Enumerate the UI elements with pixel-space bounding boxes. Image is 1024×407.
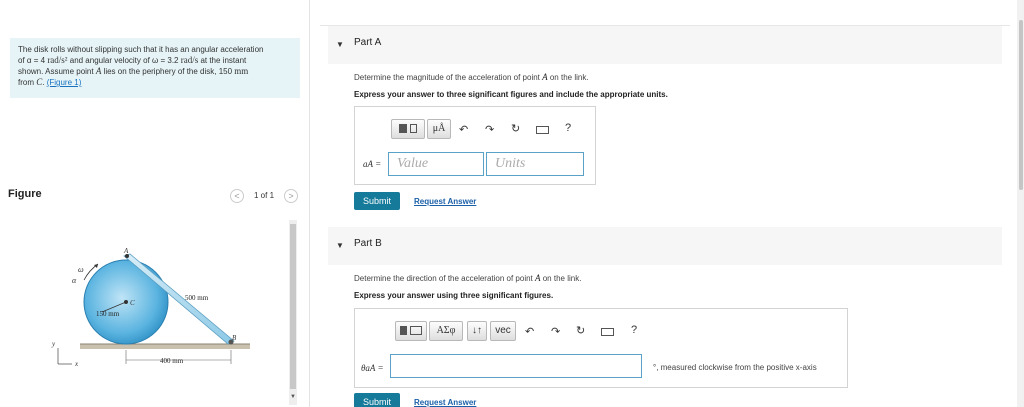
question-text: on the link. bbox=[547, 73, 589, 82]
part-b-request-answer-link[interactable]: Request Answer bbox=[414, 398, 476, 407]
help-button[interactable]: ? bbox=[565, 122, 571, 134]
problem-text: from bbox=[18, 78, 37, 87]
label-c: C bbox=[130, 299, 135, 307]
problem-text: shown. Assume point bbox=[18, 67, 96, 76]
reset-icon[interactable]: ↻ bbox=[576, 324, 585, 337]
undo-icon[interactable]: ↶ bbox=[459, 123, 468, 136]
problem-statement: The disk rolls without slipping such tha… bbox=[10, 38, 300, 98]
collapse-triangle-icon[interactable]: ▼ bbox=[336, 40, 344, 49]
sort-button[interactable]: ↓↑ bbox=[467, 321, 487, 341]
units-button[interactable]: μÅ bbox=[427, 119, 451, 139]
figure-prev-button[interactable]: < bbox=[230, 189, 244, 203]
units-input[interactable]: Units bbox=[486, 152, 584, 176]
part-a-instruction: Express your answer to three significant… bbox=[354, 90, 668, 99]
unit-rad-s2: rad/s² bbox=[47, 55, 68, 65]
scroll-down-icon[interactable]: ▼ bbox=[290, 394, 296, 400]
figure-title: Figure bbox=[8, 188, 42, 200]
vec-button[interactable]: vec bbox=[490, 321, 516, 341]
label-omega: ω bbox=[78, 265, 84, 274]
problem-line-4: from C. (Figure 1) bbox=[18, 77, 292, 88]
figure-scroll-thumb[interactable] bbox=[290, 224, 296, 389]
ground bbox=[80, 344, 250, 349]
unit-mm: mm bbox=[234, 66, 249, 76]
part-b-answer-box: ΑΣφ ↓↑ vec ↶ ↷ ↻ ? θaA = °, measured clo… bbox=[354, 308, 848, 388]
part-a-header[interactable]: ▼ Part A bbox=[328, 26, 1002, 64]
part-b-question: Determine the direction of the accelerat… bbox=[354, 273, 581, 283]
figure-header: Figure < 1 of 1 > bbox=[8, 188, 298, 206]
sqrt-template-icon bbox=[400, 325, 408, 335]
value-input[interactable]: Value bbox=[388, 152, 484, 176]
reset-icon[interactable]: ↻ bbox=[511, 122, 520, 135]
question-text: Determine the magnitude of the accelerat… bbox=[354, 73, 543, 82]
pin-c bbox=[124, 300, 128, 304]
part-a-question: Determine the magnitude of the accelerat… bbox=[354, 72, 589, 82]
templates-button[interactable] bbox=[395, 321, 427, 341]
template-icon bbox=[399, 123, 408, 133]
figure-link[interactable]: (Figure 1) bbox=[47, 78, 82, 87]
redo-icon[interactable]: ↷ bbox=[551, 325, 560, 338]
redo-icon[interactable]: ↷ bbox=[485, 123, 494, 136]
help-button[interactable]: ? bbox=[631, 324, 637, 336]
label-alpha: α bbox=[72, 276, 77, 285]
label-radius: 150 mm bbox=[96, 310, 120, 318]
question-text: on the link. bbox=[540, 274, 582, 283]
problem-text: at the instant bbox=[198, 56, 247, 65]
figure-next-button[interactable]: > bbox=[284, 189, 298, 203]
label-axis-y: y bbox=[51, 340, 56, 348]
problem-text: lies on the periphery of the disk, 150 bbox=[101, 67, 235, 76]
omega-arrowhead bbox=[94, 264, 98, 268]
template-icon-small bbox=[409, 123, 417, 133]
radical-icon bbox=[409, 325, 422, 335]
part-a-submit-button[interactable]: Submit bbox=[354, 192, 400, 210]
figure-diagram: ω α A C B 150 mm 500 mm 400 mm y x bbox=[51, 247, 250, 368]
part-b-title: Part B bbox=[354, 238, 382, 249]
figure-counter: 1 of 1 bbox=[254, 191, 275, 200]
part-a-variable-label: aA = bbox=[363, 159, 382, 169]
undo-icon[interactable]: ↶ bbox=[525, 325, 534, 338]
problem-panel: The disk rolls without slipping such tha… bbox=[0, 0, 310, 407]
keyboard-icon[interactable] bbox=[601, 328, 614, 336]
angle-input[interactable] bbox=[390, 354, 642, 378]
angle-suffix: °, measured clockwise from the positive … bbox=[653, 363, 817, 372]
keyboard-icon[interactable] bbox=[536, 126, 549, 134]
part-a-answer-box: μÅ ↶ ↷ ↻ ? aA = Value Units bbox=[354, 106, 596, 185]
label-b: B bbox=[232, 334, 237, 342]
main-scroll-thumb[interactable] bbox=[1019, 20, 1023, 190]
part-b-header[interactable]: ▼ Part B bbox=[328, 227, 1002, 265]
unit-rad-s: rad/s bbox=[180, 55, 199, 65]
part-a-request-answer-link[interactable]: Request Answer bbox=[414, 197, 476, 206]
symbols-button[interactable]: ΑΣφ bbox=[429, 321, 463, 341]
label-link-length: 500 mm bbox=[185, 294, 209, 302]
part-b-submit-button[interactable]: Submit bbox=[354, 393, 400, 407]
problem-line-2: of α = 4 rad/s² and angular velocity of … bbox=[18, 55, 292, 66]
part-b-variable-label: θaA = bbox=[361, 363, 384, 373]
label-dist: 400 mm bbox=[160, 357, 184, 365]
collapse-triangle-icon[interactable]: ▼ bbox=[336, 241, 344, 250]
label-a: A bbox=[123, 247, 129, 255]
problem-line-1: The disk rolls without slipping such tha… bbox=[18, 45, 264, 54]
part-a-title: Part A bbox=[354, 37, 382, 48]
template-button[interactable] bbox=[391, 119, 425, 139]
label-axis-x: x bbox=[74, 360, 79, 368]
problem-text: and angular velocity of ω = 3.2 bbox=[67, 56, 181, 65]
part-b-instruction: Express your answer using three signific… bbox=[354, 291, 554, 300]
question-text: Determine the direction of the accelerat… bbox=[354, 274, 535, 283]
problem-text: of α = 4 bbox=[18, 56, 48, 65]
problem-line-3: shown. Assume point A lies on the periph… bbox=[18, 66, 292, 77]
